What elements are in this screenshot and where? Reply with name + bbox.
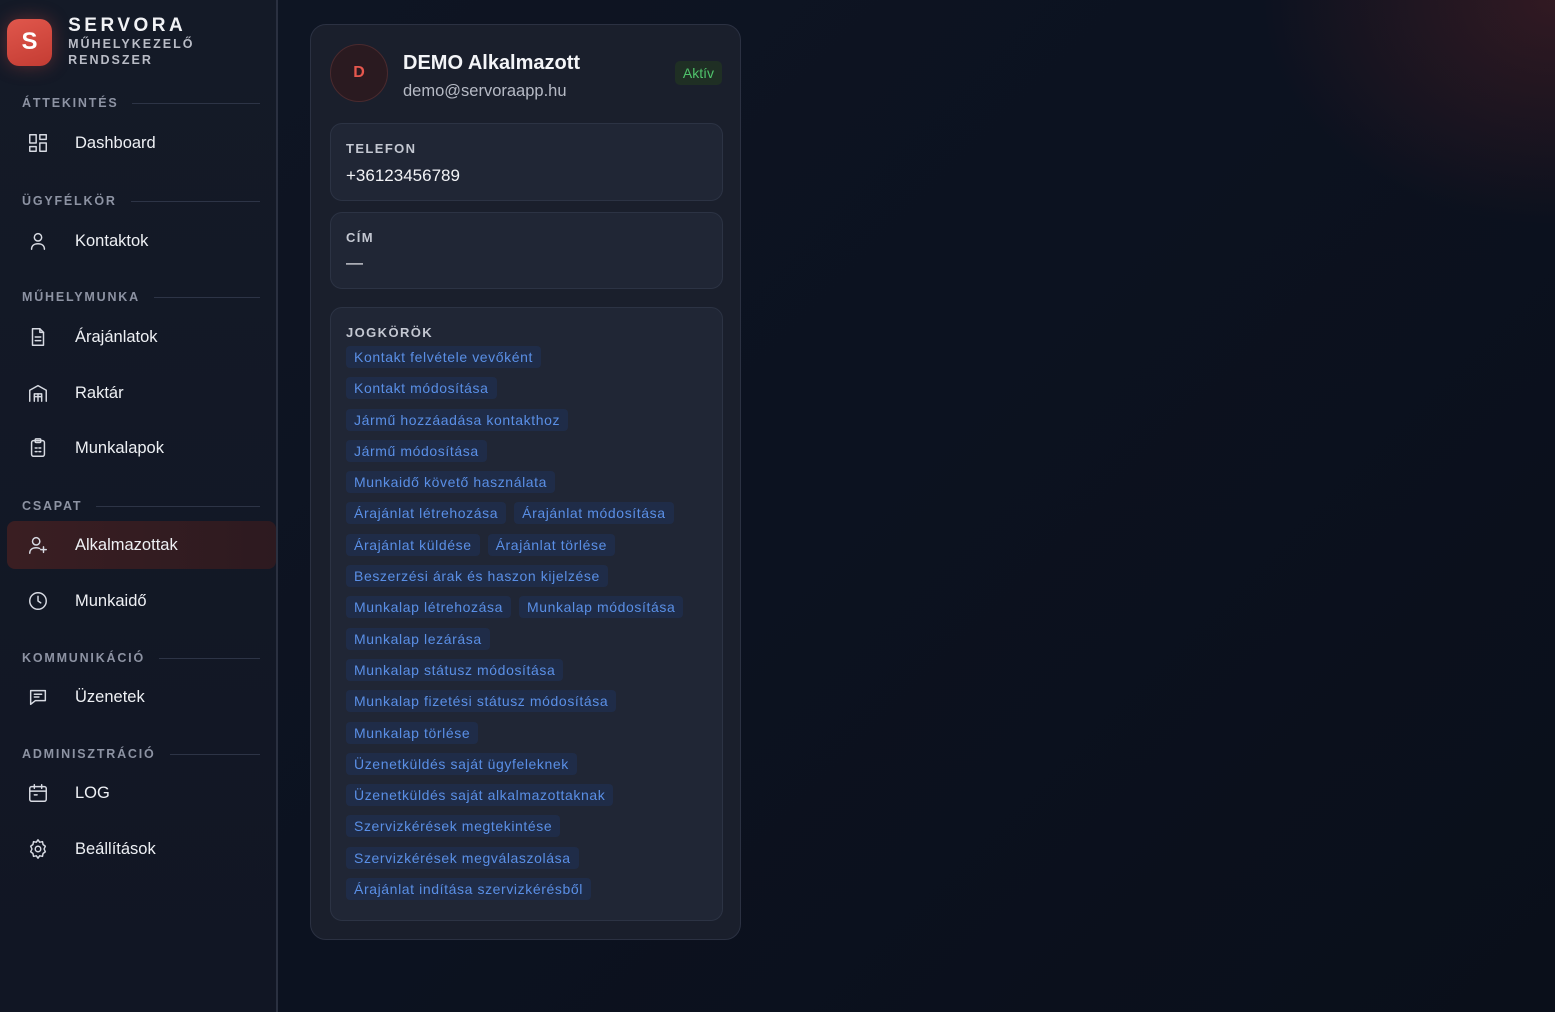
brand-name: SERVORA xyxy=(68,15,187,36)
sidebar-item-label: Dashboard xyxy=(75,133,156,152)
phone-box: TELEFON +36123456789 xyxy=(330,123,723,201)
sidebar-item-uzenetek[interactable]: Üzenetek xyxy=(7,673,276,721)
sidebar-item-label: Munkaidő xyxy=(75,591,147,610)
address-box: CÍM — xyxy=(330,212,723,289)
message-icon xyxy=(27,686,49,708)
permission-tag: Üzenetküldés saját ügyfeleknek xyxy=(346,752,577,775)
permission-row: Munkaidő követő használata xyxy=(346,471,716,502)
brand-subtitle: MŰHELYKEZELŐ RENDSZER xyxy=(68,37,195,67)
status-badge: Aktív xyxy=(674,61,722,85)
sidebar-item-raktar[interactable]: Raktár xyxy=(7,369,276,417)
gear-icon xyxy=(27,838,49,860)
permission-tag: Munkalap módosítása xyxy=(518,596,684,619)
document-icon xyxy=(27,326,49,348)
section-label-muhelymunka: MŰHELYMUNKA xyxy=(22,290,260,304)
sidebar: S SERVORA MŰHELYKEZELŐ RENDSZER ÁTTEKINT… xyxy=(0,0,278,1012)
permission-row: Üzenetküldés saját ügyfeleknek xyxy=(346,752,716,784)
permission-tag: Árajánlat létrehozása xyxy=(346,502,507,525)
permission-row: Árajánlat létrehozása Árajánlat módosítás… xyxy=(346,502,716,533)
brand[interactable]: S SERVORA MŰHELYKEZELŐ RENDSZER xyxy=(7,16,276,68)
permission-tag: Árajánlat indítása szervizkérésből xyxy=(346,878,591,901)
permission-tag: Üzenetküldés saját alkalmazottaknak xyxy=(346,784,614,807)
warehouse-icon xyxy=(27,382,49,404)
permissions-list: Kontakt felvétele vevőként Kontakt módosí… xyxy=(346,346,716,909)
clock-icon xyxy=(27,590,49,612)
permission-tag: Munkalap fizetési státusz módosítása xyxy=(346,690,617,713)
permission-row: Jármű hozzáadása kontakthoz xyxy=(346,408,716,440)
user-icon xyxy=(27,230,49,252)
permission-tag: Munkalap létrehozása xyxy=(346,596,511,619)
dashboard-icon xyxy=(27,132,49,154)
sidebar-item-beallitasok[interactable]: Beállítások xyxy=(7,825,276,873)
sidebar-item-label: Munkalapok xyxy=(75,438,164,457)
employee-email[interactable]: demo@servoraapp.hu xyxy=(403,82,567,101)
sidebar-item-log[interactable]: LOG xyxy=(7,769,276,817)
logo-icon: S xyxy=(7,18,53,66)
permission-tag: Árajánlat küldése xyxy=(346,533,480,556)
permission-row: Beszerzési árak és haszon kijelzése xyxy=(346,565,716,596)
permission-row: Jármű módosítása xyxy=(346,439,716,471)
section-label-ugyfelkor: ÜGYFÉLKÖR xyxy=(22,194,260,208)
permissions-box: JOGKÖRÖK Kontakt felvétele vevőként Konta… xyxy=(330,307,723,921)
permission-row: Munkalap fizetési státusz módosítása xyxy=(346,690,716,721)
permission-tag: Beszerzési árak és haszon kijelzése xyxy=(346,565,608,588)
permission-row: Árajánlat indítása szervizkérésből xyxy=(346,878,716,909)
sidebar-item-dashboard[interactable]: Dashboard xyxy=(7,119,276,167)
sidebar-item-arajanlatok[interactable]: Árajánlatok xyxy=(7,313,276,361)
calendar-icon xyxy=(27,782,49,804)
permission-tag: Kontakt módosítása xyxy=(346,377,497,400)
avatar: D xyxy=(330,44,388,102)
permission-tag: Szervizkérések megtekintése xyxy=(346,815,561,838)
permission-tag: Kontakt felvétele vevőként xyxy=(346,346,542,368)
permission-row: Árajánlat küldése Árajánlat törlése xyxy=(346,533,716,565)
permission-row: Kontakt módosítása xyxy=(346,377,716,408)
phone-label: TELEFON xyxy=(346,141,417,156)
phone-value[interactable]: +36123456789 xyxy=(346,166,460,186)
permission-tag: Árajánlat módosítása xyxy=(514,502,674,525)
clipboard-icon xyxy=(27,437,49,459)
permission-tag: Árajánlat törlése xyxy=(487,533,615,556)
user-plus-icon xyxy=(27,534,49,556)
permission-row: Szervizkérések megválaszolása xyxy=(346,846,716,878)
sidebar-item-label: Beállítások xyxy=(75,839,156,858)
permission-tag: Munkalap törlése xyxy=(346,721,479,744)
sidebar-item-label: Árajánlatok xyxy=(75,327,158,346)
permission-tag: Szervizkérések megválaszolása xyxy=(346,846,579,869)
sidebar-item-label: Kontaktok xyxy=(75,231,149,250)
permissions-label: JOGKÖRÖK xyxy=(346,325,434,340)
employee-card: D DEMO Alkalmazott demo@servoraapp.hu Ak… xyxy=(310,24,741,940)
permission-row: Munkalap törlése xyxy=(346,721,716,753)
sidebar-item-label: Raktár xyxy=(75,383,124,402)
permission-row: Szervizkérések megtekintése xyxy=(346,815,716,846)
sidebar-item-munkalapok[interactable]: Munkalapok xyxy=(7,424,276,472)
sidebar-item-label: Üzenetek xyxy=(75,687,145,706)
section-label-adminisztracio: ADMINISZTRÁCIÓ xyxy=(22,747,260,761)
permission-row: Munkalap létrehozása Munkalap módosítása xyxy=(346,596,716,627)
permission-tag: Munkaidő követő használata xyxy=(346,471,556,494)
permission-row: Kontakt felvétele vevőként xyxy=(346,346,716,377)
permission-tag: Jármű módosítása xyxy=(346,439,487,462)
sidebar-item-kontaktok[interactable]: Kontaktok xyxy=(7,217,276,265)
sidebar-item-label: LOG xyxy=(75,783,110,802)
sidebar-item-label: Alkalmazottak xyxy=(75,535,178,554)
permission-tag: Munkalap státusz módosítása xyxy=(346,658,564,681)
address-value: — xyxy=(346,253,363,272)
section-label-kommunikacio: KOMMUNIKÁCIÓ xyxy=(22,651,260,665)
section-label-csapat: CSAPAT xyxy=(22,499,260,513)
permission-row: Munkalap lezárása xyxy=(346,627,716,659)
sidebar-item-alkalmazottak[interactable]: Alkalmazottak xyxy=(7,521,276,569)
permission-row: Munkalap státusz módosítása xyxy=(346,658,716,690)
employee-name: DEMO Alkalmazott xyxy=(403,52,581,74)
permission-tag: Jármű hozzáadása kontakthoz xyxy=(346,408,569,431)
section-label-attekintes: ÁTTEKINTÉS xyxy=(22,96,260,110)
permission-tag: Munkalap lezárása xyxy=(346,627,490,650)
sidebar-item-munkaido[interactable]: Munkaidő xyxy=(7,577,276,625)
address-label: CÍM xyxy=(346,230,375,245)
permission-row: Üzenetküldés saját alkalmazottaknak xyxy=(346,784,716,815)
